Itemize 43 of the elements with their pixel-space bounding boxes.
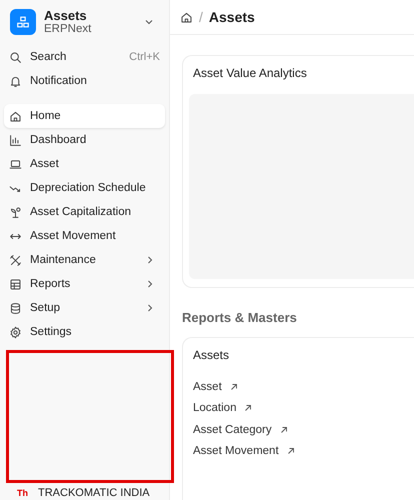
app-title: Assets <box>44 8 88 23</box>
page-title[interactable]: Assets <box>208 9 255 25</box>
annotation-text: Th <box>17 488 28 498</box>
card-title: Assets <box>193 348 230 362</box>
caption-text: TRACKOMATIC INDIA <box>38 487 150 499</box>
sidebar-item[interactable]: Asset Capitalization <box>4 200 165 224</box>
sidebar-item[interactable]: Settings <box>4 320 165 344</box>
external-link-icon <box>244 404 252 412</box>
gear-icon <box>9 326 22 338</box>
table-icon <box>9 278 22 290</box>
home-icon <box>180 10 193 24</box>
report-link[interactable]: Location <box>193 398 414 419</box>
sidebar-utility[interactable]: Notification <box>4 69 165 93</box>
external-link-icon <box>286 447 295 456</box>
plant-icon <box>9 206 22 218</box>
sidebar-item[interactable]: Asset <box>4 152 165 176</box>
app-logo <box>10 8 36 34</box>
sidebar-item[interactable]: Home <box>4 104 165 128</box>
section-title: Reports & Masters <box>182 310 298 325</box>
report-link[interactable]: Asset <box>193 376 414 398</box>
external-link-icon <box>230 382 238 391</box>
sidebar-item[interactable]: Setup <box>4 296 165 320</box>
tools-icon <box>9 254 22 266</box>
report-link[interactable]: Asset Movement <box>193 440 414 462</box>
shortcut-hint: Ctrl+K <box>129 51 160 63</box>
card-title: Asset Value Analytics <box>193 66 308 80</box>
breadcrumb-separator: / <box>199 9 203 25</box>
home-icon <box>9 110 22 122</box>
external-link-icon <box>280 426 288 434</box>
sidebar-item[interactable]: Reports <box>4 272 165 296</box>
chevron-icon <box>145 18 153 26</box>
bar-chart-icon <box>9 134 22 146</box>
report-link[interactable]: Asset Category <box>193 419 414 440</box>
sidebar-item[interactable]: Asset Movement <box>4 224 165 248</box>
sidebar-item[interactable]: Depreciation Schedule <box>4 176 165 200</box>
laptop-icon <box>9 158 22 170</box>
search-icon <box>9 50 22 64</box>
sidebar-item[interactable]: Maintenance <box>4 248 165 272</box>
sidebar-item[interactable]: Dashboard <box>4 128 165 152</box>
database-icon <box>9 302 22 314</box>
app-subtitle: ERPNext <box>44 23 92 35</box>
bell-icon <box>9 74 22 88</box>
sidebar-utility[interactable]: Search Ctrl+K <box>4 45 165 69</box>
